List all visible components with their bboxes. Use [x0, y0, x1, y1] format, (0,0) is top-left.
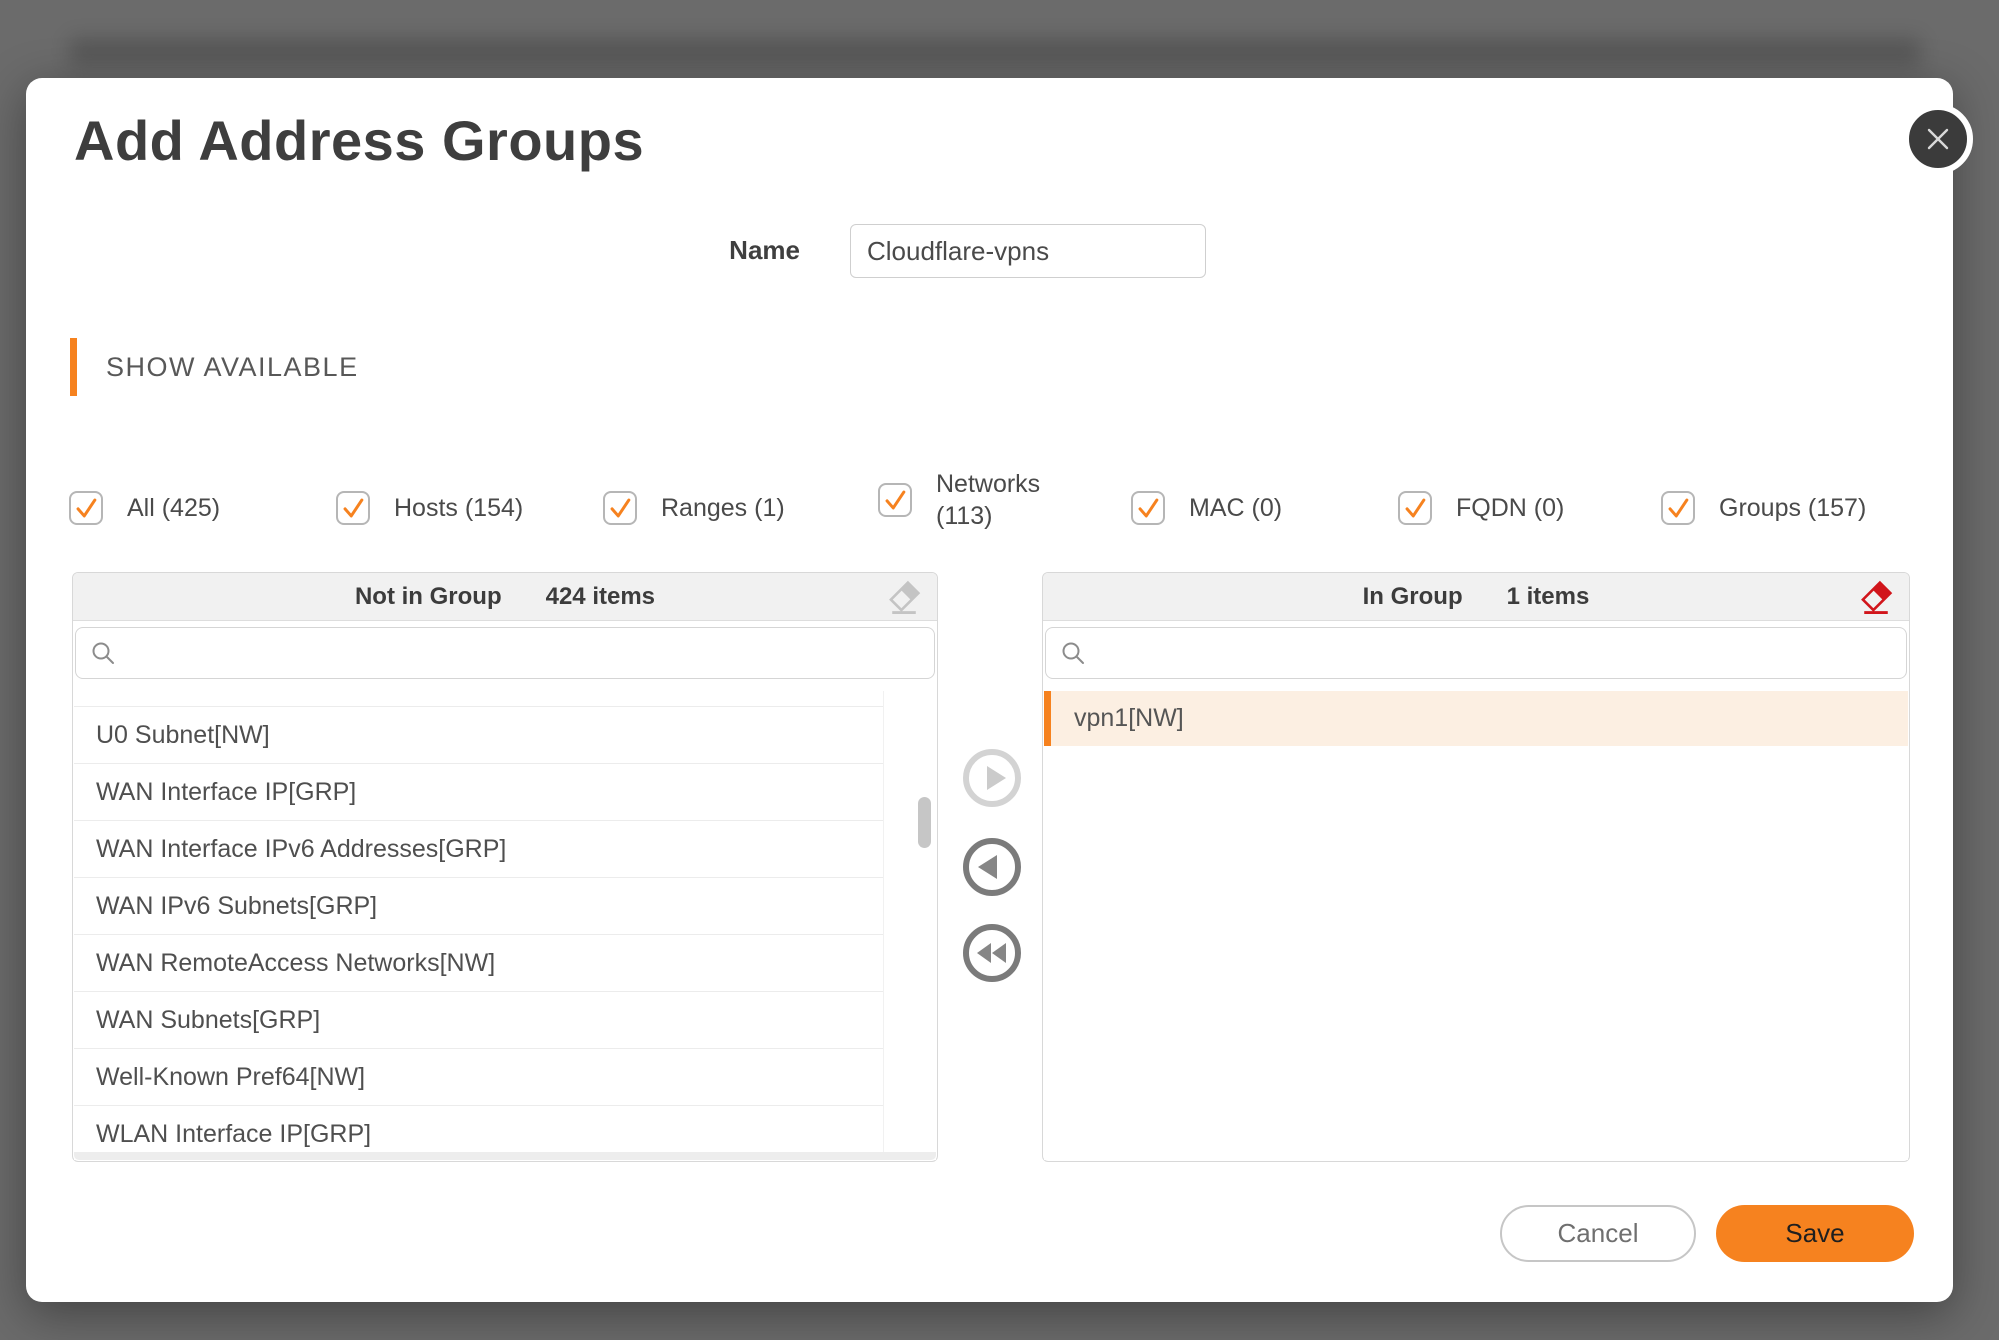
list-item[interactable]: WAN RemoteAccess Networks[NW] — [74, 935, 883, 992]
add-address-groups-dialog: Add Address Groups Name SHOW AVAILABLE A… — [26, 78, 1953, 1302]
not-in-group-panel: Not in Group 424 items — [72, 572, 938, 1162]
magnifier-icon — [90, 640, 116, 666]
list-item-label: WAN RemoteAccess Networks[NW] — [96, 949, 495, 978]
eraser-icon — [887, 580, 921, 614]
list-item-label: WLAN Interface IP[GRP] — [96, 1120, 371, 1149]
list-item[interactable]: U0 Subnet[NW] — [74, 707, 883, 764]
cancel-button[interactable]: Cancel — [1500, 1205, 1696, 1262]
filter-checkbox-item[interactable]: Ranges (1) — [603, 474, 785, 542]
checkbox-checked-icon[interactable] — [878, 483, 912, 517]
move-right-button[interactable] — [962, 748, 1022, 808]
checkbox-checked-icon[interactable] — [336, 491, 370, 525]
list-item[interactable]: WAN Interface IP[GRP] — [74, 764, 883, 821]
checkbox-checked-icon[interactable] — [603, 491, 637, 525]
move-left-button[interactable] — [962, 837, 1022, 897]
in-group-header: In Group 1 items — [1043, 573, 1909, 621]
list-item-label: WAN IPv6 Subnets[GRP] — [96, 892, 377, 921]
save-button[interactable]: Save — [1716, 1205, 1914, 1262]
filter-checkbox-item[interactable]: All (425) — [69, 474, 220, 542]
list-item-label: U0 Subnet[NW] — [96, 721, 270, 750]
panel-title: Not in Group — [355, 583, 502, 611]
selected-search-input[interactable] — [1096, 628, 1906, 678]
filter-label: MAC (0) — [1189, 494, 1282, 523]
blurred-background-content — [70, 38, 1920, 66]
filter-label: All (425) — [127, 494, 220, 523]
available-list-rows: U0 Subnet[NW] WAN Interface IP[GRP] WAN … — [74, 691, 884, 1160]
clear-selected-button[interactable] — [1859, 580, 1893, 614]
list-item-label: WAN Subnets[GRP] — [96, 1006, 320, 1035]
horizontal-scrollbar-track[interactable] — [74, 1152, 936, 1160]
selected-search-box — [1045, 627, 1907, 679]
panel-item-count: 1 items — [1507, 583, 1590, 611]
checkbox-checked-icon[interactable] — [1131, 491, 1165, 525]
arrow-right-circle-icon — [962, 748, 1022, 808]
in-group-panel: In Group 1 items — [1042, 572, 1910, 1162]
selected-list: vpn1[NW] — [1044, 691, 1908, 1160]
not-in-group-header: Not in Group 424 items — [73, 573, 937, 621]
filter-label: FQDN (0) — [1456, 494, 1564, 523]
clear-available-button[interactable] — [887, 580, 921, 614]
x-icon — [1923, 124, 1953, 154]
dialog-title: Add Address Groups — [74, 108, 644, 173]
move-all-left-button[interactable] — [962, 923, 1022, 983]
checkbox-checked-icon[interactable] — [69, 491, 103, 525]
list-item-label: WAN Interface IPv6 Addresses[GRP] — [96, 835, 506, 864]
list-item[interactable]: WAN Interface IPv6 Addresses[GRP] — [74, 821, 883, 878]
checkbox-checked-icon[interactable] — [1661, 491, 1695, 525]
close-button[interactable] — [1903, 104, 1973, 174]
available-search-box — [75, 627, 935, 679]
filter-label: Ranges (1) — [661, 494, 785, 523]
list-item-selected[interactable]: vpn1[NW] — [1044, 691, 1908, 746]
list-item-label: WAN Interface IP[GRP] — [96, 778, 356, 807]
eraser-icon — [1859, 580, 1893, 614]
name-input[interactable] — [850, 224, 1206, 278]
double-arrow-left-circle-icon — [962, 923, 1022, 983]
filter-label: Networks (113) — [936, 468, 1061, 533]
arrow-left-circle-icon — [962, 837, 1022, 897]
available-list: U0 Subnet[NW] WAN Interface IP[GRP] WAN … — [74, 691, 936, 1160]
filter-checkbox-item[interactable]: Networks (113) — [878, 454, 1061, 546]
list-item-label: vpn1[NW] — [1074, 704, 1184, 733]
list-item[interactable]: WAN IPv6 Subnets[GRP] — [74, 878, 883, 935]
list-item[interactable]: WAN Subnets[GRP] — [74, 992, 883, 1049]
section-accent-bar — [70, 338, 77, 396]
panel-title: In Group — [1363, 583, 1463, 611]
list-item-label: Well-Known Pref64[NW] — [96, 1063, 365, 1092]
filter-label: Groups (157) — [1719, 494, 1866, 523]
filter-checkbox-item[interactable]: Groups (157) — [1661, 474, 1866, 542]
filter-label: Hosts (154) — [394, 494, 523, 523]
checkbox-checked-icon[interactable] — [1398, 491, 1432, 525]
panel-item-count: 424 items — [546, 583, 655, 611]
list-item[interactable]: Well-Known Pref64[NW] — [74, 1049, 883, 1106]
name-field-label: Name — [650, 235, 800, 266]
selected-list-rows: vpn1[NW] — [1044, 691, 1908, 746]
magnifier-icon — [1060, 640, 1086, 666]
vertical-scrollbar-thumb[interactable] — [918, 797, 931, 848]
filter-checkbox-item[interactable]: FQDN (0) — [1398, 474, 1564, 542]
available-search-input[interactable] — [126, 628, 934, 678]
filter-checkbox-item[interactable]: MAC (0) — [1131, 474, 1282, 542]
filter-checkbox-item[interactable]: Hosts (154) — [336, 474, 523, 542]
section-title: SHOW AVAILABLE — [106, 352, 359, 383]
